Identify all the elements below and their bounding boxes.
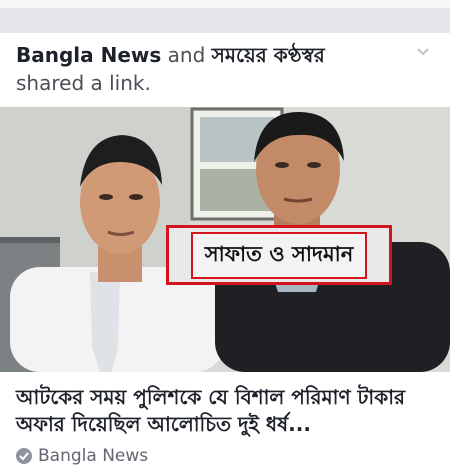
feed-separator bbox=[0, 0, 450, 33]
page-name-shomoyer-kontho[interactable]: সময়ের কণ্ঠস্বর bbox=[212, 43, 325, 67]
link-preview-image[interactable]: সাফাত ও সাদমান bbox=[0, 107, 450, 372]
page-name-bangla-news[interactable]: Bangla News bbox=[16, 43, 161, 67]
image-caption-inner: সাফাত ও সাদমান bbox=[190, 231, 368, 279]
image-caption-box: সাফাত ও সাদমান bbox=[166, 225, 392, 285]
previous-post-edge bbox=[0, 0, 450, 8]
link-source-name: Bangla News bbox=[38, 446, 149, 466]
post-action-text: shared a link. bbox=[16, 71, 151, 95]
link-headline[interactable]: আটকের সময় পুলিশকে যে বিশাল পরিমাণ টাকার… bbox=[16, 384, 434, 438]
chevron-down-icon[interactable] bbox=[416, 45, 430, 59]
link-source[interactable]: Bangla News bbox=[16, 446, 434, 466]
shared-link-post: Bangla News and সময়ের কণ্ঠস্বর shared a… bbox=[0, 33, 450, 466]
post-header: Bangla News and সময়ের কণ্ঠস্বর shared a… bbox=[16, 41, 410, 97]
conjunction-text: and bbox=[161, 43, 212, 67]
verified-check-icon bbox=[16, 448, 32, 464]
image-caption-text: সাফাত ও সাদমান bbox=[204, 241, 354, 266]
